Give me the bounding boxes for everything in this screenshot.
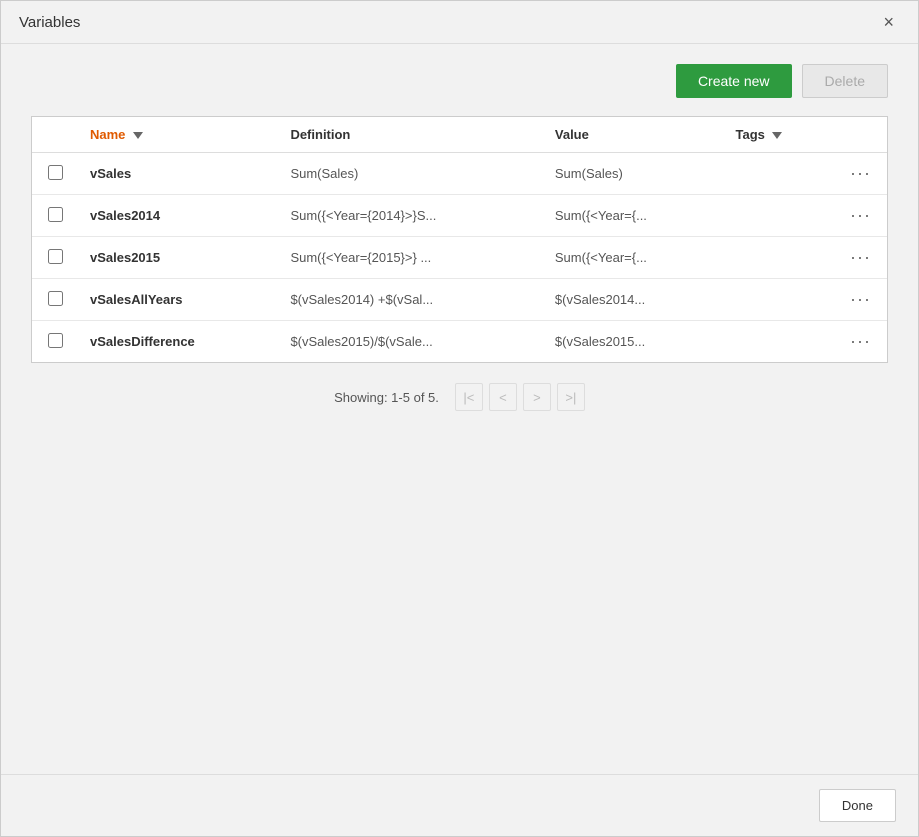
dialog-footer: Done bbox=[1, 774, 918, 836]
row-more-button-4[interactable]: ··· bbox=[846, 331, 875, 352]
header-actions-col bbox=[834, 117, 887, 153]
row-checkbox-cell bbox=[32, 195, 78, 237]
row-name: vSalesDifference bbox=[78, 321, 278, 363]
row-actions-cell: ··· bbox=[834, 153, 887, 195]
dialog-header: Variables × bbox=[1, 1, 918, 44]
row-value: $(vSales2014... bbox=[543, 279, 724, 321]
toolbar: Create new Delete bbox=[31, 64, 888, 98]
header-name-col: Name bbox=[78, 117, 278, 153]
row-checkbox-1[interactable] bbox=[48, 207, 63, 222]
row-checkbox-0[interactable] bbox=[48, 165, 63, 180]
row-definition: $(vSales2015)/$(vSale... bbox=[278, 321, 542, 363]
row-checkbox-2[interactable] bbox=[48, 249, 63, 264]
pagination-text: Showing: 1-5 of 5. bbox=[334, 390, 439, 405]
row-checkbox-3[interactable] bbox=[48, 291, 63, 306]
delete-button: Delete bbox=[802, 64, 888, 98]
variables-table-container: Name Definition Value Tags vSalesSum(Sal… bbox=[31, 116, 888, 363]
row-checkbox-cell bbox=[32, 237, 78, 279]
row-more-button-1[interactable]: ··· bbox=[846, 205, 875, 226]
row-value: Sum(Sales) bbox=[543, 153, 724, 195]
table-row: vSalesSum(Sales)Sum(Sales)··· bbox=[32, 153, 887, 195]
last-page-button[interactable]: >| bbox=[557, 383, 585, 411]
done-button[interactable]: Done bbox=[819, 789, 896, 822]
table-row: vSales2014Sum({<Year={2014}>}S...Sum({<Y… bbox=[32, 195, 887, 237]
row-actions-cell: ··· bbox=[834, 195, 887, 237]
row-tags bbox=[723, 237, 834, 279]
row-actions-cell: ··· bbox=[834, 279, 887, 321]
prev-page-button[interactable]: < bbox=[489, 383, 517, 411]
row-more-button-2[interactable]: ··· bbox=[846, 247, 875, 268]
row-definition: Sum(Sales) bbox=[278, 153, 542, 195]
tags-filter-icon[interactable] bbox=[772, 132, 782, 139]
table-body: vSalesSum(Sales)Sum(Sales)···vSales2014S… bbox=[32, 153, 887, 363]
row-name: vSalesAllYears bbox=[78, 279, 278, 321]
row-tags bbox=[723, 279, 834, 321]
header-tags-col: Tags bbox=[723, 117, 834, 153]
create-new-button[interactable]: Create new bbox=[676, 64, 792, 98]
header-definition-col: Definition bbox=[278, 117, 542, 153]
dialog-body: Create new Delete Name Definition Value … bbox=[1, 44, 918, 431]
row-value: Sum({<Year={... bbox=[543, 237, 724, 279]
name-filter-icon[interactable] bbox=[133, 132, 143, 139]
header-value-col: Value bbox=[543, 117, 724, 153]
pagination: Showing: 1-5 of 5. |< < > >| bbox=[31, 383, 888, 411]
row-tags bbox=[723, 321, 834, 363]
row-checkbox-cell bbox=[32, 279, 78, 321]
row-definition: Sum({<Year={2014}>}S... bbox=[278, 195, 542, 237]
row-checkbox-4[interactable] bbox=[48, 333, 63, 348]
row-name: vSales bbox=[78, 153, 278, 195]
row-more-button-0[interactable]: ··· bbox=[846, 163, 875, 184]
row-actions-cell: ··· bbox=[834, 321, 887, 363]
variables-table: Name Definition Value Tags vSalesSum(Sal… bbox=[32, 117, 887, 362]
row-value: $(vSales2015... bbox=[543, 321, 724, 363]
table-row: vSalesDifference$(vSales2015)/$(vSale...… bbox=[32, 321, 887, 363]
close-button[interactable]: × bbox=[877, 11, 900, 33]
row-name: vSales2015 bbox=[78, 237, 278, 279]
row-tags bbox=[723, 153, 834, 195]
header-checkbox-col bbox=[32, 117, 78, 153]
row-checkbox-cell bbox=[32, 153, 78, 195]
row-tags bbox=[723, 195, 834, 237]
table-header-row: Name Definition Value Tags bbox=[32, 117, 887, 153]
table-row: vSales2015Sum({<Year={2015}>} ...Sum({<Y… bbox=[32, 237, 887, 279]
dialog-title: Variables bbox=[19, 14, 80, 31]
row-more-button-3[interactable]: ··· bbox=[846, 289, 875, 310]
row-value: Sum({<Year={... bbox=[543, 195, 724, 237]
variables-dialog: Variables × Create new Delete Name Defin… bbox=[0, 0, 919, 837]
next-page-button[interactable]: > bbox=[523, 383, 551, 411]
row-name: vSales2014 bbox=[78, 195, 278, 237]
row-checkbox-cell bbox=[32, 321, 78, 363]
row-actions-cell: ··· bbox=[834, 237, 887, 279]
row-definition: Sum({<Year={2015}>} ... bbox=[278, 237, 542, 279]
first-page-button[interactable]: |< bbox=[455, 383, 483, 411]
row-definition: $(vSales2014) +$(vSal... bbox=[278, 279, 542, 321]
table-row: vSalesAllYears$(vSales2014) +$(vSal...$(… bbox=[32, 279, 887, 321]
